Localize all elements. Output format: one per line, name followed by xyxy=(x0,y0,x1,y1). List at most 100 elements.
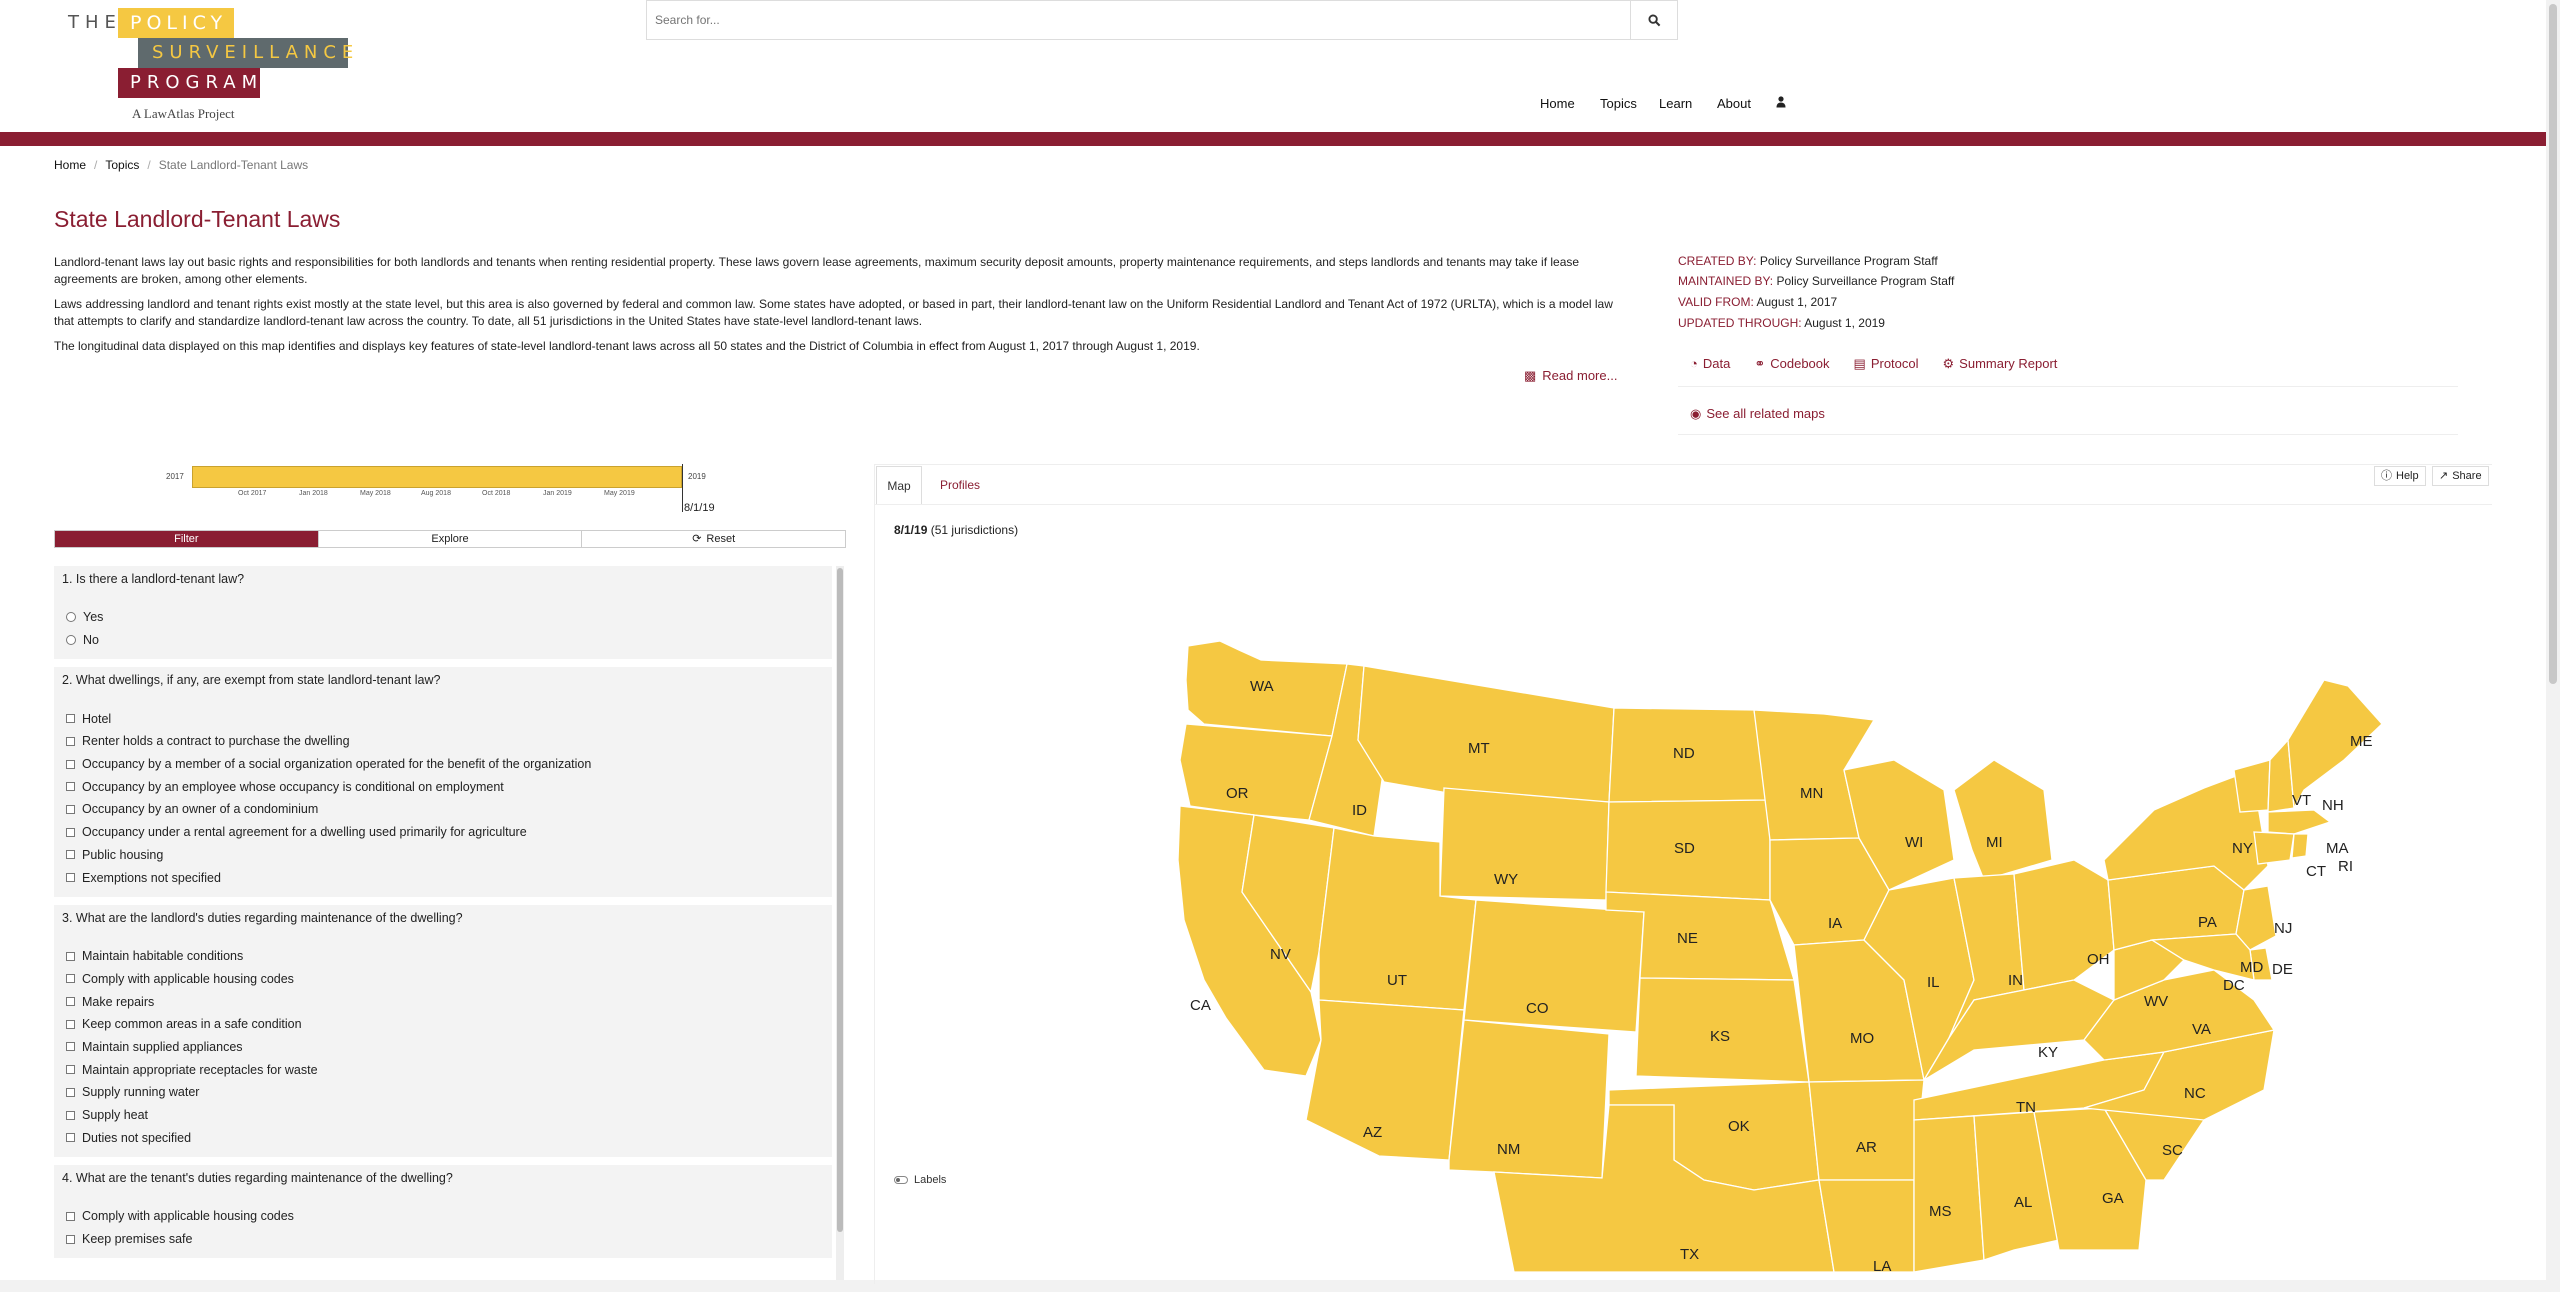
state-label: IL xyxy=(1927,974,1940,991)
checkbox-option[interactable]: Maintain habitable conditions xyxy=(58,945,828,968)
checkbox-option[interactable]: Duties not specified xyxy=(58,1126,828,1149)
checkbox[interactable] xyxy=(66,974,75,984)
checkbox[interactable] xyxy=(66,1110,75,1120)
timeline-tick: Oct 2018 xyxy=(482,490,511,497)
search-input[interactable] xyxy=(647,1,1630,39)
checkbox-option[interactable]: Supply running water xyxy=(58,1081,828,1104)
checkbox[interactable] xyxy=(66,873,75,883)
checkbox[interactable] xyxy=(66,782,75,792)
state-ri xyxy=(2291,833,2309,859)
logo-policy[interactable]: POLICY xyxy=(118,8,234,38)
summary-report-link[interactable]: ⚙ Summary Report xyxy=(1943,356,2058,372)
checkbox-option[interactable]: Comply with applicable housing codes xyxy=(58,1205,828,1228)
checkbox[interactable] xyxy=(66,1042,75,1052)
checkbox-option[interactable]: Comply with applicable housing codes xyxy=(58,968,828,991)
checkbox[interactable] xyxy=(66,804,75,814)
checkbox[interactable] xyxy=(66,1133,75,1143)
checkbox-option[interactable]: Supply heat xyxy=(58,1104,828,1127)
user-icon[interactable] xyxy=(1776,96,1786,110)
state-label: AL xyxy=(2014,1194,2032,1211)
checkbox[interactable] xyxy=(66,997,75,1007)
labels-toggle[interactable]: Labels xyxy=(894,1174,946,1186)
state-label: OK xyxy=(1728,1118,1750,1135)
checkbox-option[interactable]: Make repairs xyxy=(58,990,828,1013)
question-panel-scroll-thumb[interactable] xyxy=(837,568,843,1232)
checkbox-option[interactable]: Occupancy under a rental agreement for a… xyxy=(58,821,828,844)
nav-home[interactable]: Home xyxy=(1540,96,1575,111)
question-block: 4. What are the tenant's duties regardin… xyxy=(54,1165,832,1259)
page-scroll-thumb[interactable] xyxy=(2549,4,2557,684)
checkbox[interactable] xyxy=(66,736,75,746)
checkbox[interactable] xyxy=(66,827,75,837)
checkbox[interactable] xyxy=(66,1234,75,1244)
state-label: GA xyxy=(2102,1190,2124,1207)
tab-filter[interactable]: Filter xyxy=(55,531,319,547)
checkbox-option[interactable]: Exemptions not specified xyxy=(58,866,828,889)
question-title: 3. What are the landlord's duties regard… xyxy=(62,910,463,925)
logo-tagline: A LawAtlas Project xyxy=(132,106,235,121)
timeline-handle[interactable] xyxy=(682,464,683,512)
nav-about[interactable]: About xyxy=(1717,96,1751,111)
checkbox-option[interactable]: Keep common areas in a safe condition xyxy=(58,1013,828,1036)
checkbox-option[interactable]: Renter holds a contract to purchase the … xyxy=(58,730,828,753)
toggle-switch[interactable] xyxy=(894,1176,908,1184)
timeline-tick: May 2018 xyxy=(360,490,391,497)
breadcrumb: Home / Topics / State Landlord-Tenant La… xyxy=(54,158,308,172)
checkbox[interactable] xyxy=(66,1019,75,1029)
help-button[interactable]: ⓘ Help xyxy=(2374,466,2426,486)
state-label: TX xyxy=(1680,1246,1699,1263)
checkbox-option[interactable]: Occupancy by an owner of a condominium xyxy=(58,798,828,821)
data-link[interactable]: ◔ Data xyxy=(1690,356,1730,372)
checkbox[interactable] xyxy=(66,714,75,724)
checkbox[interactable] xyxy=(66,1065,75,1075)
read-more-link[interactable]: ▩ Read more... xyxy=(1524,368,1617,384)
reset-button[interactable]: ⟳ Reset xyxy=(582,531,845,547)
checkbox-option[interactable]: Keep premises safe xyxy=(58,1228,828,1251)
us-map[interactable]: WA OR CA ID NV MT WY UT AZ CO NM ND SD N… xyxy=(874,560,2534,1280)
checkbox-option[interactable]: Occupancy by an employee whose occupancy… xyxy=(58,775,828,798)
logo-surveillance[interactable]: SURVEILLANCE xyxy=(138,38,353,68)
state-nm xyxy=(1448,1019,1610,1179)
state-label: NH xyxy=(2322,797,2344,814)
codebook-link[interactable]: ⚭ Codebook xyxy=(1754,356,1829,372)
state-label: NE xyxy=(1677,930,1698,947)
checkbox-option[interactable]: Maintain appropriate receptacles for was… xyxy=(58,1058,828,1081)
tab-explore[interactable]: Explore xyxy=(319,531,583,547)
checkbox-option[interactable]: Maintain supplied appliances xyxy=(58,1036,828,1059)
checkbox-option[interactable]: Hotel xyxy=(58,707,828,730)
state-oh xyxy=(2013,859,2115,991)
checkbox[interactable] xyxy=(66,759,75,769)
state-label: KY xyxy=(2038,1044,2058,1061)
timeline-bar[interactable] xyxy=(192,466,682,488)
checkbox-option[interactable]: Public housing xyxy=(58,844,828,867)
logo-the: THE xyxy=(68,12,122,33)
question-title: 2. What dwellings, if any, are exempt fr… xyxy=(62,673,441,688)
state-shapes xyxy=(1177,640,2383,1273)
state-label: NJ xyxy=(2274,920,2292,937)
search-button[interactable] xyxy=(1630,1,1677,39)
breadcrumb-home[interactable]: Home xyxy=(54,158,86,172)
breadcrumb-separator: / xyxy=(94,158,98,172)
search-icon xyxy=(1647,13,1660,26)
logo-program[interactable]: PROGRAM xyxy=(118,68,260,98)
checkbox-option[interactable]: Occupancy by a member of a social organi… xyxy=(58,753,828,776)
share-button[interactable]: ↗ Share xyxy=(2432,466,2489,486)
checkbox[interactable] xyxy=(66,850,75,860)
checkbox[interactable] xyxy=(66,1087,75,1097)
checkbox[interactable] xyxy=(66,951,75,961)
nav-learn[interactable]: Learn xyxy=(1659,96,1692,111)
radio-button[interactable] xyxy=(66,612,76,623)
option-yes[interactable]: Yes xyxy=(58,606,828,629)
tab-map[interactable]: Map xyxy=(876,466,922,504)
option-no[interactable]: No xyxy=(58,629,828,652)
related-maps-link[interactable]: ◉ See all related maps xyxy=(1690,406,1825,422)
state-label: AR xyxy=(1856,1139,1877,1156)
meta-created-by: CREATED BY: Policy Surveillance Program … xyxy=(1678,254,1938,268)
breadcrumb-topics[interactable]: Topics xyxy=(105,158,139,172)
radio-button[interactable] xyxy=(66,635,76,646)
nav-topics[interactable]: Topics xyxy=(1600,96,1637,111)
state-label: OR xyxy=(1226,785,1249,802)
checkbox[interactable] xyxy=(66,1211,75,1221)
protocol-link[interactable]: ▤ Protocol xyxy=(1854,356,1919,372)
tab-profiles[interactable]: Profiles xyxy=(930,466,990,504)
